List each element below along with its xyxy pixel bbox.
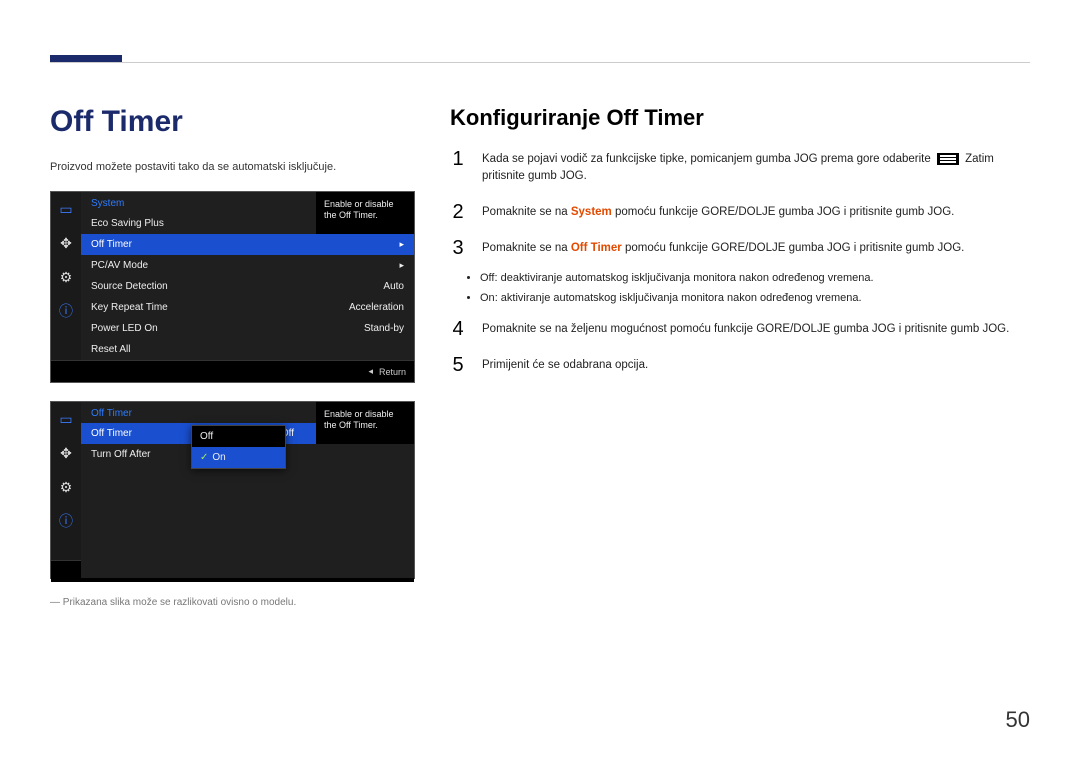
step-text: Pomaknite se na Off Timer pomoću funkcij…	[482, 240, 1030, 257]
bullet-off: Off: deaktiviranje automatskog isključiv…	[480, 270, 1030, 287]
step-number: 1	[450, 149, 466, 169]
page-content: Off Timer Proizvod možete postaviti tako…	[50, 105, 1030, 608]
subsection-title: Konfiguriranje Off Timer	[450, 105, 1030, 131]
menu-label: Source Detection	[91, 281, 168, 292]
option-label: Off	[200, 431, 213, 442]
menu-row-source[interactable]: Source Detection Auto	[81, 276, 414, 297]
menu-row-pcav[interactable]: PC/AV Mode ▸	[81, 255, 414, 276]
osd-sidebar: ▭ ✥ ⚙ ⓘ	[51, 192, 81, 360]
section-title: Off Timer	[50, 105, 450, 139]
image-footnote: ― Prikazana slika može se razlikovati ov…	[50, 597, 450, 608]
menu-row-offtimer[interactable]: Off Timer ▸	[81, 234, 414, 255]
gear-icon: ⚙	[51, 260, 81, 294]
menu-label: Reset All	[91, 344, 130, 355]
osd-main-panel: System Eco Saving Plus Off Off Timer ▸ P…	[81, 192, 414, 360]
menu-label: PC/AV Mode	[91, 260, 148, 271]
menu-label: Off Timer	[91, 428, 132, 439]
osd-system-menu: ▭ ✥ ⚙ ⓘ System Eco Saving Plus Off Off T…	[50, 191, 415, 383]
step-number: 3	[450, 238, 466, 258]
option-bullets: Off: deaktiviranje automatskog isključiv…	[450, 270, 1030, 307]
osd-main-panel: Off Timer Off Timer Off Turn Off After	[81, 402, 414, 578]
menu-label: Power LED On	[91, 323, 158, 334]
menu-row-reset[interactable]: Reset All	[81, 339, 414, 360]
step-text: Pomaknite se na System pomoću funkcije G…	[482, 204, 1030, 221]
step-1: 1 Kada se pojavi vodič za funkcijske tip…	[450, 151, 1030, 186]
option-on[interactable]: ✓ On	[192, 447, 285, 468]
menu-value: Auto	[383, 281, 404, 292]
left-column: Off Timer Proizvod možete postaviti tako…	[50, 105, 450, 608]
chevron-right-icon: ▸	[399, 260, 404, 271]
return-label[interactable]: Return	[379, 367, 406, 377]
osd-offtimer-submenu: ▭ ✥ ⚙ ⓘ Off Timer Off Timer Off Turn Off…	[50, 401, 415, 579]
step-3: 3 Pomaknite se na Off Timer pomoću funkc…	[450, 240, 1030, 258]
chevron-right-icon: ▸	[399, 239, 404, 250]
option-label: On	[212, 452, 225, 463]
osd-hint-text: Enable or disable the Off Timer.	[316, 402, 414, 444]
step-text: Pomaknite se na željenu mogućnost pomoću…	[482, 321, 1030, 338]
right-column: Konfiguriranje Off Timer 1 Kada se pojav…	[450, 105, 1030, 608]
check-icon: ✓	[200, 452, 208, 463]
menu-row-keyrepeat[interactable]: Key Repeat Time Acceleration	[81, 297, 414, 318]
osd-hint-text: Enable or disable the Off Timer.	[316, 192, 414, 234]
menu-label: Turn Off After	[91, 449, 150, 460]
menu-value: Stand-by	[364, 323, 404, 334]
step-2: 2 Pomaknite se na System pomoću funkcije…	[450, 204, 1030, 222]
info-icon: ⓘ	[51, 294, 81, 328]
option-off[interactable]: Off	[192, 426, 285, 447]
step-5: 5 Primijenit će se odabrana opcija.	[450, 357, 1030, 375]
settings-icon: ✥	[51, 226, 81, 260]
step-text: Kada se pojavi vodič za funkcijske tipke…	[482, 151, 1030, 186]
hamburger-menu-icon	[937, 153, 959, 165]
step-text: Primijenit će se odabrana opcija.	[482, 357, 1030, 374]
picture-icon: ▭	[51, 402, 81, 436]
top-rule	[50, 62, 1030, 63]
menu-label: Eco Saving Plus	[91, 218, 164, 229]
info-icon: ⓘ	[51, 504, 81, 538]
osd-dropdown: Off ✓ On	[191, 425, 286, 469]
menu-value: Acceleration	[349, 302, 404, 313]
gear-icon: ⚙	[51, 470, 81, 504]
menu-label: Off Timer	[91, 239, 132, 250]
settings-icon: ✥	[51, 436, 81, 470]
top-accent-bar	[50, 55, 122, 62]
osd-footer: ◂ Return	[51, 360, 414, 382]
intro-text: Proizvod možete postaviti tako da se aut…	[50, 161, 450, 173]
back-arrow-icon: ◂	[368, 366, 373, 377]
step-number: 2	[450, 202, 466, 222]
menu-label: Key Repeat Time	[91, 302, 168, 313]
menu-row-powerled[interactable]: Power LED On Stand-by	[81, 318, 414, 339]
page-number: 50	[1006, 707, 1030, 733]
bullet-on: On: aktiviranje automatskog isključivanj…	[480, 290, 1030, 307]
instruction-steps: 1 Kada se pojavi vodič za funkcijske tip…	[450, 151, 1030, 375]
picture-icon: ▭	[51, 192, 81, 226]
step-number: 4	[450, 319, 466, 339]
step-4: 4 Pomaknite se na željenu mogućnost pomo…	[450, 321, 1030, 339]
osd-sidebar: ▭ ✥ ⚙ ⓘ	[51, 402, 81, 560]
step-number: 5	[450, 355, 466, 375]
